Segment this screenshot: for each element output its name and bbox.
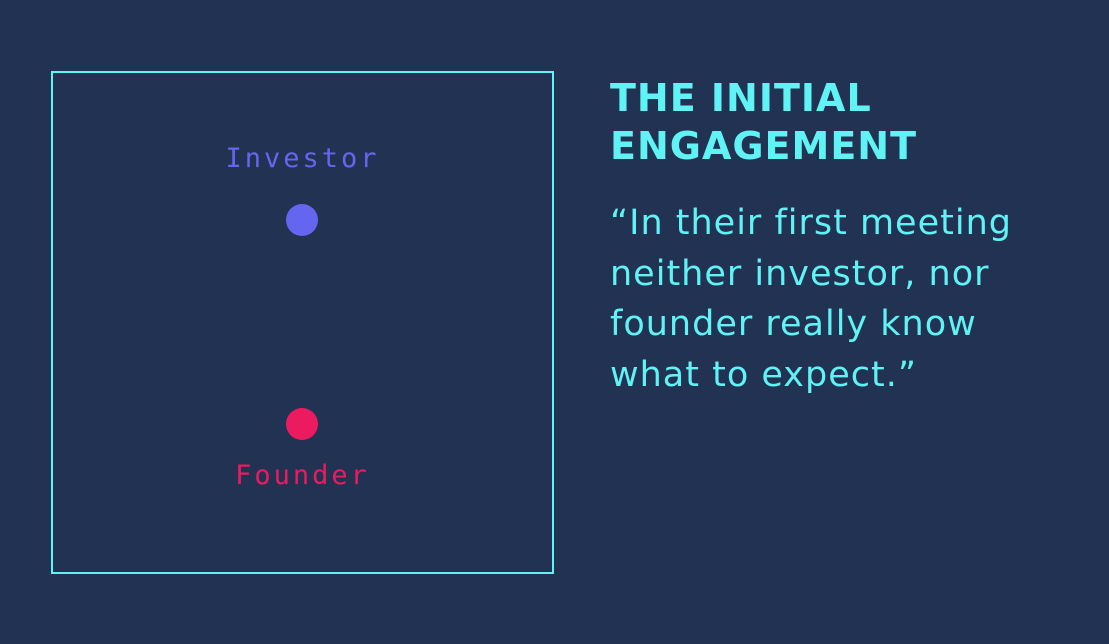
quote-line: “In their first meeting xyxy=(610,203,1012,243)
investor-label: Investor xyxy=(225,143,380,174)
heading-line: THE INITIAL xyxy=(610,76,872,120)
investor-dot xyxy=(286,204,318,236)
founder-label: Founder xyxy=(235,460,370,491)
quote-line: what to expect.” xyxy=(610,354,917,395)
founder-dot xyxy=(286,408,318,440)
heading-line: ENGAGEMENT xyxy=(610,124,918,168)
quote-text: “In their first meeting neither investor… xyxy=(610,198,1090,400)
quote-line: founder really know xyxy=(610,304,977,344)
section-heading: THE INITIAL ENGAGEMENT xyxy=(610,74,1080,170)
quote-line: neither investor, nor xyxy=(610,253,990,294)
diagram-frame: Investor Founder xyxy=(51,71,554,574)
